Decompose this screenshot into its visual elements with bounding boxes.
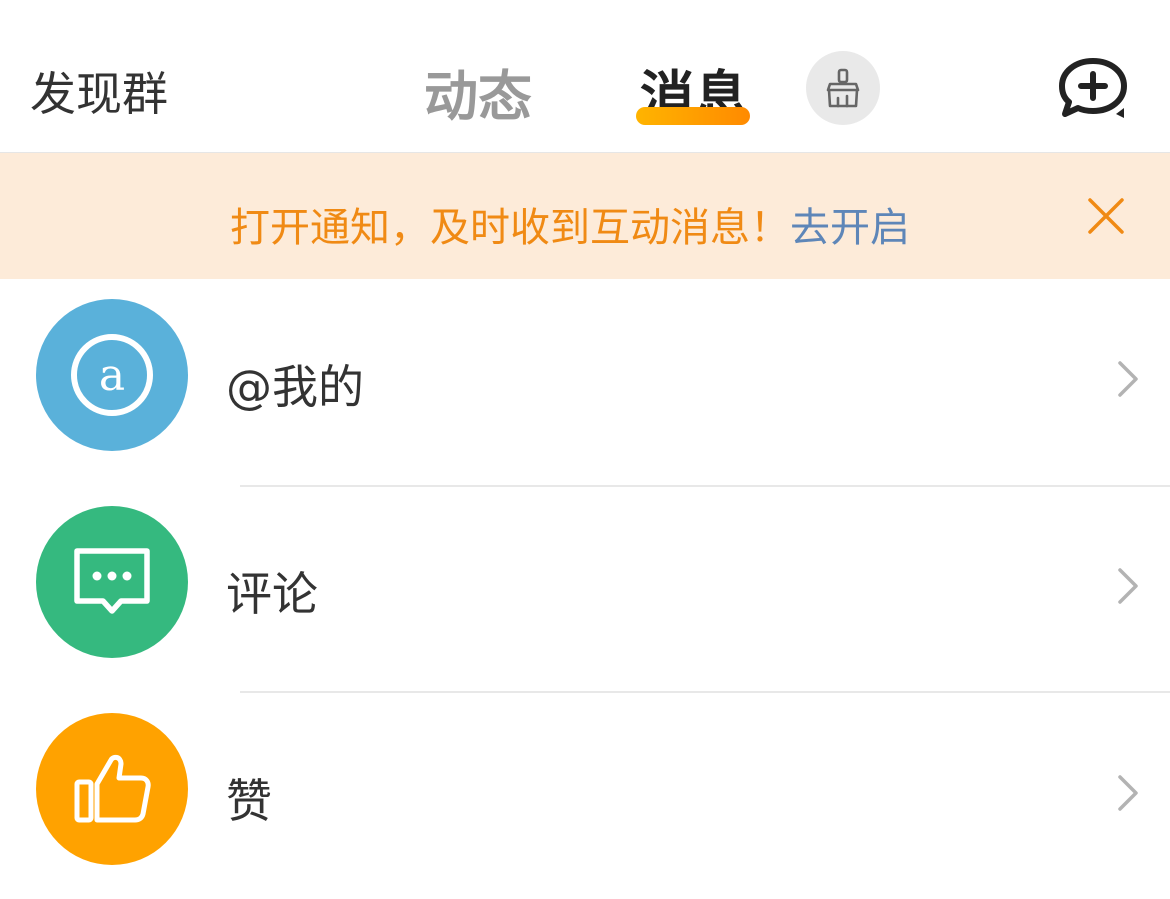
list-item-mentions[interactable]: a @我的: [0, 279, 1170, 485]
close-icon: [1088, 198, 1124, 234]
clear-messages-button[interactable]: [806, 51, 880, 125]
tab-dynamic[interactable]: 动态: [424, 52, 532, 131]
at-icon: a: [71, 334, 153, 416]
notification-banner: 打开通知，及时收到互动消息！去开启: [0, 153, 1170, 279]
comments-avatar: [36, 506, 188, 658]
active-tab-indicator: [636, 107, 750, 125]
comments-label: 评论: [226, 567, 318, 621]
chevron-right-icon: [1118, 568, 1138, 604]
comment-icon: [74, 548, 150, 614]
mentions-label: @我的: [226, 360, 364, 414]
thumbs-up-icon: [74, 754, 151, 823]
banner-text: 打开通知，及时收到互动消息！: [230, 205, 790, 251]
banner-message: 打开通知，及时收到互动消息！去开启: [230, 195, 910, 253]
likes-label: 赞: [226, 774, 272, 828]
likes-avatar: [36, 713, 188, 865]
list-item-likes[interactable]: 赞: [0, 693, 1170, 899]
chevron-right-icon: [1118, 361, 1138, 397]
enable-notifications-link[interactable]: 去开启: [790, 205, 910, 251]
banner-close-button[interactable]: [1086, 196, 1126, 236]
new-chat-button[interactable]: [1056, 56, 1130, 122]
mentions-avatar: a: [36, 299, 188, 451]
broom-icon: [826, 68, 860, 108]
discover-groups-button[interactable]: 发现群: [30, 58, 168, 124]
top-bar: 发现群 动态 消息: [0, 0, 1170, 153]
svg-text:a: a: [99, 350, 125, 401]
chevron-right-icon: [1118, 775, 1138, 811]
chat-plus-icon: [1059, 58, 1127, 118]
list-item-comments[interactable]: 评论: [0, 486, 1170, 692]
